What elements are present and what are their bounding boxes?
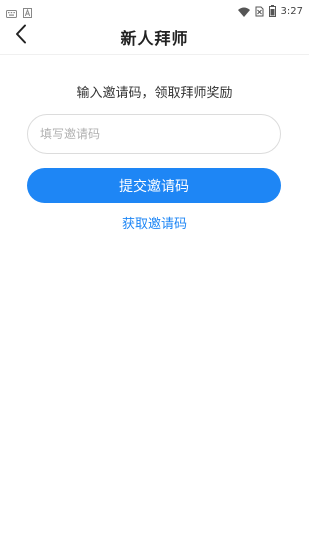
page-title: 新人拜师 (120, 29, 189, 48)
get-invite-code-link[interactable]: 获取邀请码 (0, 213, 309, 232)
status-time: 3:27 (280, 5, 303, 17)
invite-code-input[interactable] (27, 114, 281, 154)
nav-bar: 新人拜师 (0, 18, 309, 54)
submit-invite-code-button[interactable]: 提交邀请码 (27, 168, 281, 203)
instruction-text: 输入邀请码，领取拜师奖励 (76, 86, 233, 101)
nav-divider (0, 54, 309, 55)
status-bar: 3:27 (0, 0, 309, 18)
